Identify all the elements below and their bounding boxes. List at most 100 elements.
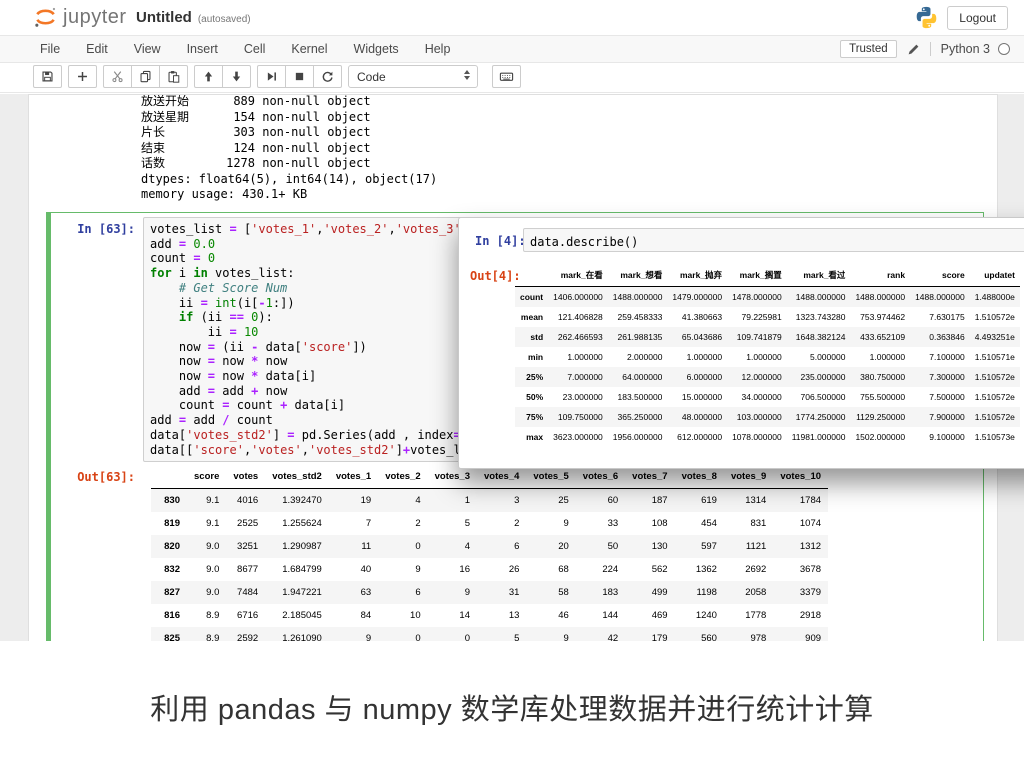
table-cell: 3678 (773, 558, 828, 581)
table-cell: 19 (329, 489, 378, 513)
command-palette-button[interactable] (492, 65, 521, 88)
table-cell: 3379 (773, 581, 828, 604)
table-cell: 3251 (226, 535, 265, 558)
dataframe-info-output: 放送开始889 non-null object放送星期154 non-null … (141, 94, 437, 203)
table-cell: 46 (526, 604, 575, 627)
input-prompt: In [4]: (475, 234, 526, 248)
table-cell: 8.9 (187, 604, 226, 627)
kernel-name: Python 3 (941, 42, 990, 56)
run-button[interactable] (257, 65, 286, 88)
jupyter-logo[interactable]: jupyter (33, 5, 127, 30)
menu-item-view[interactable]: View (134, 42, 161, 56)
table-cell: 65.043686 (667, 327, 727, 347)
table-cell: 187 (625, 489, 674, 513)
table-cell: 454 (675, 512, 724, 535)
table-cell: 433.652109 (850, 327, 910, 347)
votes-result-table: scorevotesvotes_std2votes_1votes_2votes_… (151, 465, 828, 641)
code-editor[interactable]: data.describe() (523, 228, 1024, 252)
output-area: mark_在看mark_想看mark_抛弃mark_搁置mark_看过ranks… (515, 264, 1020, 447)
table-cell: 1488.000000 (608, 287, 668, 308)
table-cell: 6.000000 (667, 367, 727, 387)
cut-button[interactable] (103, 65, 132, 88)
table-cell: 16 (428, 558, 477, 581)
select-arrows-icon (464, 70, 470, 80)
move-down-button[interactable] (222, 65, 251, 88)
table-cell: 14 (428, 604, 477, 627)
row-index: 820 (151, 535, 187, 558)
table-cell: 1240 (675, 604, 724, 627)
table-cell: 1129.250000 (850, 407, 910, 427)
table-cell: 5 (477, 627, 526, 641)
table-cell: 1074 (773, 512, 828, 535)
row-index: 816 (151, 604, 187, 627)
table-cell: 12.000000 (727, 367, 787, 387)
jupyter-notebook-screenshot: jupyter Untitled (autosaved) Logout File… (0, 0, 1024, 641)
menu-item-edit[interactable]: Edit (86, 42, 108, 56)
table-cell: 1778 (724, 604, 773, 627)
table-cell: 0 (378, 535, 427, 558)
table-cell: 1774.250000 (787, 407, 851, 427)
table-cell: 1.510572e (970, 407, 1020, 427)
logout-button[interactable]: Logout (947, 6, 1008, 30)
table-cell: 8.9 (187, 627, 226, 641)
trusted-button[interactable]: Trusted (840, 40, 897, 58)
copy-button[interactable] (131, 65, 160, 88)
menu-item-widgets[interactable]: Widgets (354, 42, 399, 56)
table-cell: 9.0 (187, 558, 226, 581)
menu-items: File Edit View Insert Cell Kernel Widgets Help (40, 42, 450, 56)
column-header: mark_想看 (608, 264, 668, 287)
info-footer-line: dtypes: float64(5), int64(14), object(17… (141, 172, 437, 188)
cell-type-select[interactable]: Code (348, 65, 478, 88)
table-cell: 183.500000 (608, 387, 668, 407)
save-icon (41, 70, 54, 83)
restart-button[interactable] (313, 65, 342, 88)
row-index: 50% (515, 387, 548, 407)
menu-item-insert[interactable]: Insert (187, 42, 218, 56)
move-up-button[interactable] (194, 65, 223, 88)
restart-icon (321, 70, 334, 83)
add-cell-button[interactable] (68, 65, 97, 88)
table-cell: 13 (477, 604, 526, 627)
table-cell: 1.510573e (970, 427, 1020, 447)
column-header: mark_抛弃 (667, 264, 727, 287)
table-row: count1406.0000001488.0000001479.00000014… (515, 287, 1020, 308)
kernel-status-icon (998, 43, 1010, 55)
table-cell: 261.988135 (608, 327, 668, 347)
column-header: mark_在看 (548, 264, 608, 287)
describe-table: mark_在看mark_想看mark_抛弃mark_搁置mark_看过ranks… (515, 264, 1020, 447)
menu-item-file[interactable]: File (40, 42, 60, 56)
table-cell: 469 (625, 604, 674, 627)
table-cell: 60 (576, 489, 625, 513)
menu-item-cell[interactable]: Cell (244, 42, 266, 56)
describe-overlay-window: In [4]: data.describe() Out[4]: mark_在看m… (458, 217, 1024, 469)
stop-button[interactable] (285, 65, 314, 88)
table-cell: 365.250000 (608, 407, 668, 427)
paste-button[interactable] (159, 65, 188, 88)
info-column-label: 放送开始 (141, 94, 217, 110)
table-row: mean121.406828259.45833341.38066379.2259… (515, 307, 1020, 327)
table-row: 8279.074841.9472216369315818349911982058… (151, 581, 828, 604)
notebook-title[interactable]: Untitled (136, 9, 192, 26)
table-cell: 978 (724, 627, 773, 641)
table-cell: 7.100000 (910, 347, 970, 367)
menu-item-help[interactable]: Help (425, 42, 451, 56)
table-row: 8258.925921.2610909005942179560978909 (151, 627, 828, 641)
table-cell: 2525 (226, 512, 265, 535)
table-cell: 9 (526, 627, 575, 641)
table-row: 8199.125251.25562472529331084548311074 (151, 512, 828, 535)
table-cell: 26 (477, 558, 526, 581)
stop-icon (293, 70, 306, 83)
info-dtype: non-null object (255, 141, 371, 155)
row-index: 25% (515, 367, 548, 387)
table-cell: 9 (526, 512, 575, 535)
table-cell: 1362 (675, 558, 724, 581)
menu-item-kernel[interactable]: Kernel (291, 42, 327, 56)
toolbar-button-group (33, 65, 62, 88)
table-cell: 1.000000 (667, 347, 727, 367)
table-cell: 23.000000 (548, 387, 608, 407)
save-button[interactable] (33, 65, 62, 88)
table-cell: 1488.000000 (910, 287, 970, 308)
row-index: mean (515, 307, 548, 327)
row-index: 830 (151, 489, 187, 513)
output-area: scorevotesvotes_std2votes_1votes_2votes_… (151, 465, 828, 641)
